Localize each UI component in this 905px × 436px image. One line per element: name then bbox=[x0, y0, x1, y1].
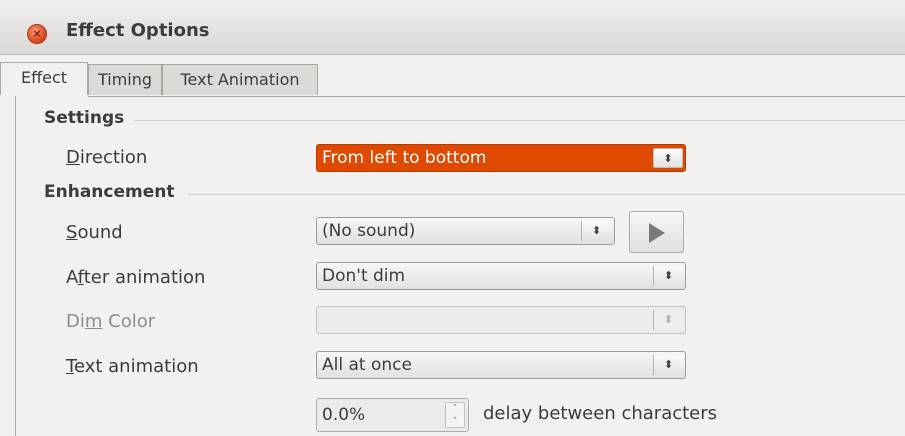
text-animation-value: All at once bbox=[322, 355, 412, 375]
tab-timing[interactable]: Timing bbox=[88, 64, 162, 95]
dim-color-label: Dim Color bbox=[66, 311, 156, 332]
window-title: Effect Options bbox=[66, 20, 210, 41]
tab-text-animation[interactable]: Text Animation bbox=[162, 64, 318, 95]
sound-label: Sound bbox=[66, 222, 123, 243]
direction-select[interactable]: From left to bottom ⬍ bbox=[316, 144, 686, 172]
close-icon[interactable]: × bbox=[28, 25, 46, 43]
sound-value: (No sound) bbox=[322, 221, 416, 241]
delay-suffix-label: delay between characters bbox=[483, 403, 718, 424]
after-animation-select[interactable]: Don't dim ⬍ bbox=[316, 262, 686, 290]
enhancement-divider bbox=[188, 194, 905, 195]
dim-color-select[interactable]: ⬍ bbox=[316, 306, 686, 334]
delay-value: 0.0% bbox=[322, 405, 366, 425]
direction-label: Direction bbox=[66, 147, 148, 168]
dropdown-spin-icon: ⬍ bbox=[653, 266, 683, 286]
dropdown-spin-icon: ⬍ bbox=[581, 221, 611, 241]
title-bar: × Effect Options bbox=[0, 0, 905, 55]
delay-input[interactable]: 0.0% ˄ ˅ bbox=[316, 398, 469, 432]
dropdown-spin-icon: ⬍ bbox=[653, 355, 683, 375]
enhancement-heading: Enhancement bbox=[44, 182, 175, 202]
settings-heading: Settings bbox=[44, 108, 125, 128]
settings-divider bbox=[134, 120, 905, 121]
dropdown-spin-icon: ⬍ bbox=[653, 148, 683, 168]
play-sound-button[interactable] bbox=[629, 211, 684, 253]
spin-stepper-icon[interactable]: ˄ ˅ bbox=[445, 402, 465, 428]
close-button[interactable]: × bbox=[27, 24, 47, 44]
direction-value: From left to bottom bbox=[322, 148, 487, 168]
text-animation-label: Text animation bbox=[66, 356, 199, 377]
sound-select[interactable]: (No sound) ⬍ bbox=[316, 217, 615, 245]
after-animation-label: After animation bbox=[66, 267, 206, 288]
dropdown-spin-icon: ⬍ bbox=[653, 310, 683, 330]
after-animation-value: Don't dim bbox=[322, 266, 406, 286]
play-icon bbox=[649, 223, 665, 243]
text-animation-select[interactable]: All at once ⬍ bbox=[316, 351, 686, 379]
tab-effect[interactable]: Effect bbox=[0, 62, 88, 95]
